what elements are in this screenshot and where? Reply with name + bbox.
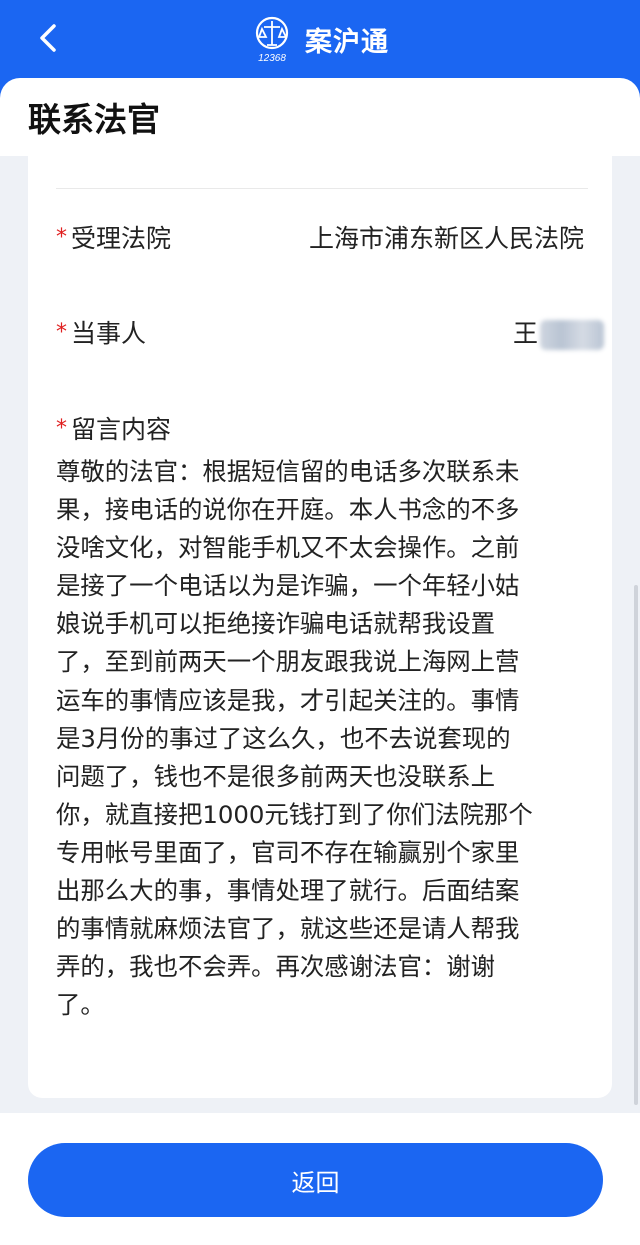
message-line: 问题了，钱也不是很多前两天也没联系上 — [56, 761, 496, 791]
contact-judge-form: * 受理法院 上海市浦东新区人民法院 * 当事人 王 * 留言内容 尊敬的法官：… — [28, 156, 612, 1098]
message-line: 了。 — [56, 990, 105, 1020]
court-label: * 受理法院 — [56, 219, 171, 255]
party-label-text: 当事人 — [71, 319, 147, 348]
message-label-text: 留言内容 — [71, 415, 172, 444]
app-title: 案沪通 — [305, 26, 389, 58]
message-line: 出那么大的事，事情处理了就行。后面结案 — [56, 876, 520, 906]
court-value: 上海市浦东新区人民法院 — [308, 224, 584, 253]
party-name: 王 — [512, 319, 538, 348]
message-line: 专用帐号里面了，官司不存在输赢别个家里 — [56, 837, 520, 867]
page-header: 联系法官 — [0, 78, 640, 156]
party-label: * 当事人 — [56, 314, 146, 350]
message-line: 娘说手机可以拒绝接诈骗电话就帮我设置 — [56, 609, 496, 639]
message-label: * 留言内容 — [56, 410, 171, 446]
court-emblem-icon: 12368 — [255, 16, 289, 63]
message-line: 的事情就麻烦法官了，就这些还是请人帮我 — [56, 914, 520, 944]
scrollbar[interactable] — [634, 585, 638, 1105]
required-mark: * — [56, 415, 67, 441]
message-line: 你，就直接把1000元钱打到了你们法院那个 — [56, 799, 533, 829]
message-line: 弄的，我也不会弄。再次感谢法官：谢谢 — [56, 952, 496, 982]
page-title: 联系法官 — [28, 100, 160, 139]
app-brand: 12368 案沪通 — [0, 14, 640, 64]
court-label-text: 受理法院 — [71, 224, 172, 253]
message-line: 果，接电话的说你在开庭。本人书念的不多 — [56, 495, 520, 525]
message-line: 没啥文化，对智能手机又不太会操作。之前 — [56, 533, 520, 563]
party-value: 王 — [513, 314, 604, 350]
redacted-name-blur — [540, 320, 604, 350]
message-line: 运车的事情应该是我，才引起关注的。事情 — [56, 685, 520, 715]
message-content: 尊敬的法官：根据短信留的电话多次联系未 果，接电话的说你在开庭。本人书念的不多 没啥… — [56, 453, 590, 1024]
divider — [56, 188, 588, 189]
return-button[interactable]: 返回 — [28, 1143, 603, 1217]
required-mark: * — [56, 224, 67, 250]
party-row: * 当事人 王 — [56, 312, 604, 352]
message-line: 了，至到前两天一个朋友跟我说上海网上营 — [56, 647, 520, 677]
bottom-bar: 返回 — [0, 1113, 640, 1245]
required-mark: * — [56, 319, 67, 345]
message-row: * 留言内容 — [56, 408, 584, 448]
message-line: 尊敬的法官：根据短信留的电话多次联系未 — [56, 457, 520, 486]
logo-number: 12368 — [258, 53, 286, 63]
court-row: * 受理法院 上海市浦东新区人民法院 — [56, 217, 584, 257]
message-line: 是接了一个电话以为是诈骗，一个年轻小姑 — [56, 571, 520, 601]
message-line: 是3月份的事过了这么久，也不去说套现的 — [56, 723, 511, 753]
